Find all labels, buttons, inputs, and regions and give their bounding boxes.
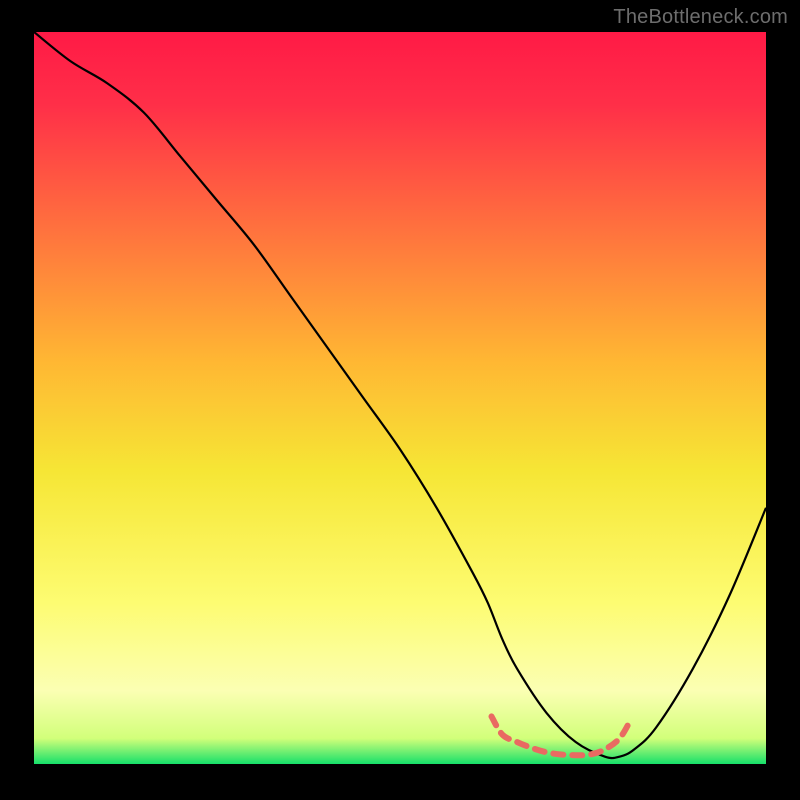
gradient-background	[34, 32, 766, 764]
chart-frame: TheBottleneck.com	[0, 0, 800, 800]
chart-svg	[34, 32, 766, 764]
plot-area	[34, 32, 766, 764]
watermark-text: TheBottleneck.com	[613, 6, 788, 29]
